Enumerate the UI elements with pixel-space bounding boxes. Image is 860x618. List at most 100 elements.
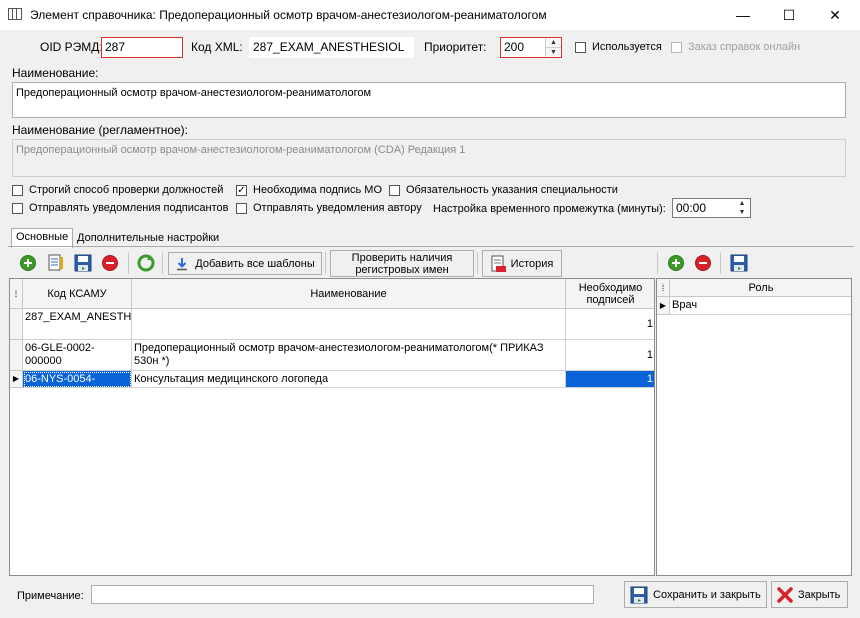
history-label: История <box>510 257 554 270</box>
order-online-checkbox: Заказ справок онлайн <box>671 41 800 53</box>
save-icon[interactable] <box>73 253 93 273</box>
tab-main[interactable]: Основные <box>11 228 74 248</box>
close-label: Закрыть <box>798 588 841 601</box>
minimize-button[interactable]: — <box>720 0 766 30</box>
notify-author-checkbox[interactable]: Отправлять уведомления автору <box>236 202 422 214</box>
order-online-label: Заказ справок онлайн <box>688 41 801 53</box>
signs-header-line-1: Необходимо <box>578 281 643 294</box>
used-checkbox[interactable]: Используется <box>575 41 662 53</box>
time-interval-label: Настройка временного промежутка (минуты)… <box>433 203 666 215</box>
tab-additional-settings[interactable]: Дополнительные настройки <box>73 230 223 246</box>
cell-name[interactable]: Консультация медицинского логопеда <box>132 371 566 388</box>
time-spinner[interactable]: ▲ ▼ <box>734 199 750 217</box>
name-label: Наименование: <box>12 66 99 80</box>
download-icon <box>177 257 188 270</box>
time-interval-value: 00:00 <box>676 201 707 215</box>
edit-list-icon[interactable] <box>46 253 66 273</box>
column-header-signs[interactable]: Необходимо подписей <box>566 279 654 309</box>
oid-input[interactable]: 287 <box>101 37 183 58</box>
toolbar-separator <box>720 252 721 274</box>
roles-grid: ⁞ Роль ▶ Врач <box>656 278 852 576</box>
cell-signs[interactable]: 1 <box>566 309 654 340</box>
strict-check-label: Строгий способ проверки должностей <box>29 184 224 196</box>
notify-signers-label: Отправлять уведомления подписантов <box>29 202 229 214</box>
delete-icon[interactable] <box>102 255 118 271</box>
check-reg-names-label-1: Проверить наличия <box>351 251 453 264</box>
cell-signs[interactable]: 1 <box>566 371 654 388</box>
save-close-button[interactable]: Сохранить и закрыть <box>624 581 767 608</box>
templates-grid: ⁞ Код КСАМУ Наименование Необходимо подп… <box>9 278 655 576</box>
checkbox-box[interactable] <box>389 184 400 196</box>
check-reg-names-label-2: регистровых имен <box>355 263 449 276</box>
cell-code[interactable]: 06-GLE-0002-000000 <box>23 340 132 371</box>
maximize-button[interactable]: ☐ <box>766 0 812 30</box>
priority-spinner[interactable]: ▲ ▼ <box>545 38 561 57</box>
add-role-icon[interactable] <box>668 255 684 271</box>
toolbar-separator <box>657 252 658 274</box>
xml-code-input[interactable]: 287_EXAM_ANESTHESIOL <box>249 37 414 58</box>
dialog-window: Элемент справочника: Предоперационный ос… <box>0 0 860 618</box>
cell-code[interactable]: 06-NYS-0054-260028 <box>23 371 132 388</box>
check-reg-names-button[interactable]: Проверить наличия регистровых имен <box>330 250 474 277</box>
cell-signs[interactable]: 1 <box>566 340 654 371</box>
column-header-role[interactable]: Роль <box>670 279 851 297</box>
log-document-icon <box>491 255 506 272</box>
strict-check-checkbox[interactable]: Строгий способ проверки должностей <box>12 184 223 196</box>
spin-down-icon[interactable]: ▼ <box>546 48 561 58</box>
add-icon[interactable] <box>20 255 36 271</box>
grid-menu-icon[interactable]: ⁞ <box>657 279 670 297</box>
specialty-required-checkbox[interactable]: Обязательность указания специальности <box>389 184 618 196</box>
grid-menu-icon[interactable]: ⁞ <box>10 279 23 309</box>
red-x-icon <box>777 586 793 603</box>
row-indicator[interactable] <box>10 340 23 371</box>
window-title: Элемент справочника: Предоперационный ос… <box>30 8 547 22</box>
checkbox-box[interactable] <box>12 202 23 214</box>
notify-author-label: Отправлять уведомления автору <box>253 202 422 214</box>
cell-name[interactable] <box>132 309 566 340</box>
cell-role[interactable]: Врач <box>670 297 851 315</box>
notify-signers-checkbox[interactable]: Отправлять уведомления подписантов <box>12 202 228 214</box>
column-header-code[interactable]: Код КСАМУ <box>23 279 132 309</box>
note-label: Примечание: <box>17 590 84 602</box>
add-all-templates-button[interactable]: Добавить все шаблоны <box>168 252 322 275</box>
toolbar-separator <box>162 252 163 274</box>
history-button[interactable]: История <box>482 250 562 277</box>
checkbox-box[interactable] <box>236 202 247 214</box>
note-input[interactable] <box>91 585 594 604</box>
current-row-arrow-icon[interactable]: ▶ <box>10 371 23 388</box>
name-textarea[interactable]: Предоперационный осмотр врачом-анестезио… <box>12 82 846 118</box>
cell-name[interactable]: Предоперационный осмотр врачом-анестезио… <box>132 340 566 371</box>
save-icon <box>630 586 648 603</box>
specialty-required-label: Обязательность указания специальности <box>406 184 618 196</box>
add-all-templates-label: Добавить все шаблоны <box>195 257 315 270</box>
cell-code[interactable]: 287_EXAM_ANESTHESIOL <box>23 309 132 340</box>
column-header-name[interactable]: Наименование <box>132 279 566 309</box>
delete-role-icon[interactable] <box>695 255 711 271</box>
save-role-icon[interactable] <box>729 253 749 273</box>
current-row-arrow-icon[interactable]: ▶ <box>657 297 670 315</box>
reg-name-textarea: Предоперационный осмотр врачом-анестезио… <box>12 139 846 177</box>
spin-down-icon[interactable]: ▼ <box>734 208 750 217</box>
spin-up-icon[interactable]: ▲ <box>546 38 561 48</box>
signs-header-line-2: подписей <box>586 293 635 306</box>
priority-stepper[interactable]: 200 ▲ ▼ <box>500 37 562 58</box>
toolbar-separator <box>128 252 129 274</box>
time-interval-input[interactable]: 00:00 ▲ ▼ <box>672 198 751 218</box>
toolbar-separator <box>477 252 478 274</box>
checkbox-box[interactable] <box>12 184 23 196</box>
need-mo-sign-checkbox[interactable]: ✓ Необходима подпись МО <box>236 184 382 196</box>
spin-up-icon[interactable]: ▲ <box>734 199 750 208</box>
save-close-label: Сохранить и закрыть <box>653 588 761 601</box>
checkbox-box[interactable] <box>575 41 586 53</box>
priority-label: Приоритет: <box>424 40 487 54</box>
toolbar-separator <box>325 252 326 274</box>
check-mark-icon[interactable]: ✓ <box>236 184 247 196</box>
checkbox-box <box>671 41 682 53</box>
need-mo-sign-label: Необходима подпись МО <box>253 184 383 196</box>
close-window-button[interactable]: ✕ <box>812 0 858 30</box>
xml-code-label: Код XML: <box>191 40 243 54</box>
priority-value: 200 <box>504 40 525 54</box>
close-button[interactable]: Закрыть <box>771 581 848 608</box>
row-indicator[interactable] <box>10 309 23 340</box>
refresh-icon[interactable] <box>136 253 156 273</box>
